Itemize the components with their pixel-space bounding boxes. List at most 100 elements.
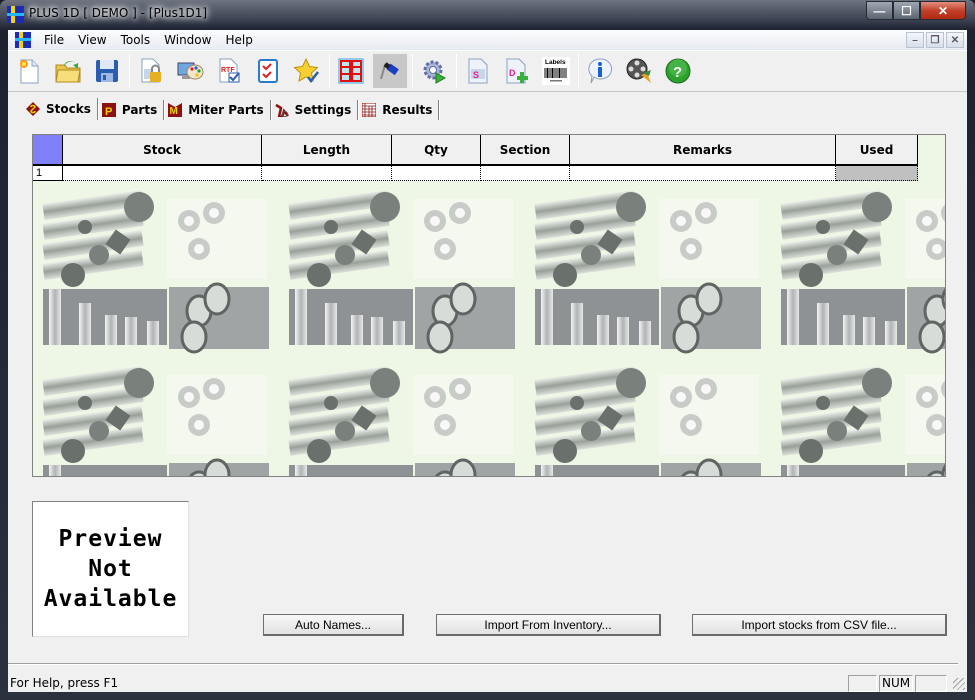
import-from-inventory-button[interactable]: Import From Inventory... [436, 614, 661, 636]
maximize-button[interactable]: ☐ [893, 1, 920, 20]
cell-remarks[interactable] [570, 166, 836, 181]
menu-tools[interactable]: Tools [114, 30, 158, 50]
column-header-length[interactable]: Length [262, 135, 392, 166]
row-header[interactable]: 1 [33, 166, 63, 181]
document-s-icon: S [468, 58, 488, 84]
toolbar-separator [456, 54, 457, 88]
display-settings-button[interactable] [173, 54, 207, 88]
document-system-menu-icon[interactable] [15, 32, 31, 48]
status-indicator-num: NUM [879, 675, 913, 692]
background-tile [780, 366, 945, 476]
menu-window[interactable]: Window [157, 30, 218, 50]
favorites-button[interactable] [290, 54, 324, 88]
resize-grip[interactable] [953, 678, 965, 690]
background-tile [42, 190, 269, 354]
new-file-button[interactable] [12, 54, 46, 88]
tab-parts[interactable]: P Parts [98, 100, 165, 120]
rtf-report-button[interactable]: RTF [212, 54, 246, 88]
star-check-icon [293, 57, 319, 84]
app-logo-icon[interactable] [7, 6, 24, 23]
background-tile [288, 190, 515, 354]
caption-buttons: — ☐ ✕ [866, 1, 966, 20]
title-bar[interactable]: PLUS 1D [ DEMO ] - [Plus1D1] — ☐ ✕ [0, 0, 975, 30]
results-icon [362, 103, 377, 117]
stocks-icon [26, 101, 40, 116]
grid-layout-icon [338, 58, 364, 84]
application-window: PLUS 1D [ DEMO ] - [Plus1D1] — ☐ ✕ File … [0, 0, 975, 700]
stocks-grid[interactable]: Stock Length Qty Section Remarks Used 1 [32, 134, 946, 477]
barcode-labels-icon: Labels [542, 57, 570, 85]
tab-results[interactable]: Results [358, 100, 440, 120]
floppy-disk-icon [96, 60, 118, 82]
background-tile [534, 190, 761, 354]
close-button[interactable]: ✕ [920, 1, 966, 20]
document-lock-icon [141, 58, 161, 83]
column-header-used[interactable]: Used [836, 135, 918, 166]
open-folder-icon [55, 61, 81, 83]
settings-icon [274, 103, 289, 117]
status-indicator-caps [848, 675, 877, 692]
video-tutorial-button[interactable] [622, 54, 656, 88]
cell-section[interactable] [481, 166, 570, 181]
client-area: File View Tools Window Help – ❐ ✕ RTF S … [8, 30, 967, 692]
background-tile [780, 190, 945, 354]
labels-button[interactable]: Labels [539, 54, 573, 88]
optimize-run-button[interactable] [417, 54, 451, 88]
background-tile [534, 366, 761, 476]
svg-text:M: M [170, 106, 178, 117]
background-tile [42, 366, 269, 476]
gear-play-icon [423, 60, 447, 84]
palette-monitor-icon [177, 62, 204, 80]
tab-settings[interactable]: Settings [271, 100, 359, 120]
svg-text:?: ? [673, 64, 682, 81]
document-add-icon: D [506, 58, 528, 84]
paint-tool-button[interactable] [373, 54, 407, 88]
background-tile [288, 366, 515, 476]
mdi-minimize-button[interactable]: – [906, 32, 924, 48]
toolbar-separator [578, 54, 579, 88]
status-indicator-scroll [915, 675, 947, 692]
open-file-button[interactable] [51, 54, 85, 88]
mdi-close-button[interactable]: ✕ [946, 32, 964, 48]
menu-view[interactable]: View [71, 30, 113, 50]
menu-file[interactable]: File [37, 30, 71, 50]
tab-settings-label: Settings [294, 103, 352, 117]
help-button[interactable]: ? [661, 54, 695, 88]
column-header-remarks[interactable]: Remarks [570, 135, 836, 166]
cell-stock[interactable] [63, 166, 262, 181]
minimize-button[interactable]: — [866, 1, 893, 20]
tab-results-label: Results [382, 103, 433, 117]
info-button[interactable] [583, 54, 617, 88]
stock-sheet-button[interactable]: S [461, 54, 495, 88]
add-document-button[interactable]: D [500, 54, 534, 88]
import-csv-button[interactable]: Import stocks from CSV file... [692, 614, 947, 636]
background-pattern [42, 190, 945, 476]
mdi-restore-button[interactable]: ❐ [926, 32, 944, 48]
paint-brush-icon [380, 62, 399, 80]
column-header-stock[interactable]: Stock [63, 135, 262, 166]
tab-stocks[interactable]: Stocks [22, 97, 98, 120]
column-header-qty[interactable]: Qty [392, 135, 481, 166]
toolbar-separator [412, 54, 413, 88]
lock-document-button[interactable] [134, 54, 168, 88]
checklist-button[interactable] [251, 54, 285, 88]
status-bar: For Help, press F1 NUM [8, 673, 967, 692]
tab-miter-parts[interactable]: M Miter Parts [164, 100, 271, 120]
auto-names-button[interactable]: Auto Names... [263, 614, 404, 636]
miter-parts-icon: M [168, 103, 183, 117]
menu-bar: File View Tools Window Help – ❐ ✕ [8, 30, 967, 50]
panel-divider [8, 663, 958, 665]
menu-help[interactable]: Help [218, 30, 259, 50]
save-file-button[interactable] [90, 54, 124, 88]
layout-grid-button[interactable] [334, 54, 368, 88]
cell-qty[interactable] [392, 166, 481, 181]
cell-used [836, 166, 918, 181]
cell-length[interactable] [262, 166, 392, 181]
film-reel-icon [626, 58, 651, 83]
svg-text:Labels: Labels [545, 59, 566, 66]
preview-line-1: Preview [58, 526, 163, 552]
column-header-section[interactable]: Section [481, 135, 570, 166]
select-all-corner[interactable] [33, 135, 63, 166]
stocks-table: Stock Length Qty Section Remarks Used 1 [33, 135, 918, 181]
rtf-document-icon: RTF [219, 58, 240, 83]
